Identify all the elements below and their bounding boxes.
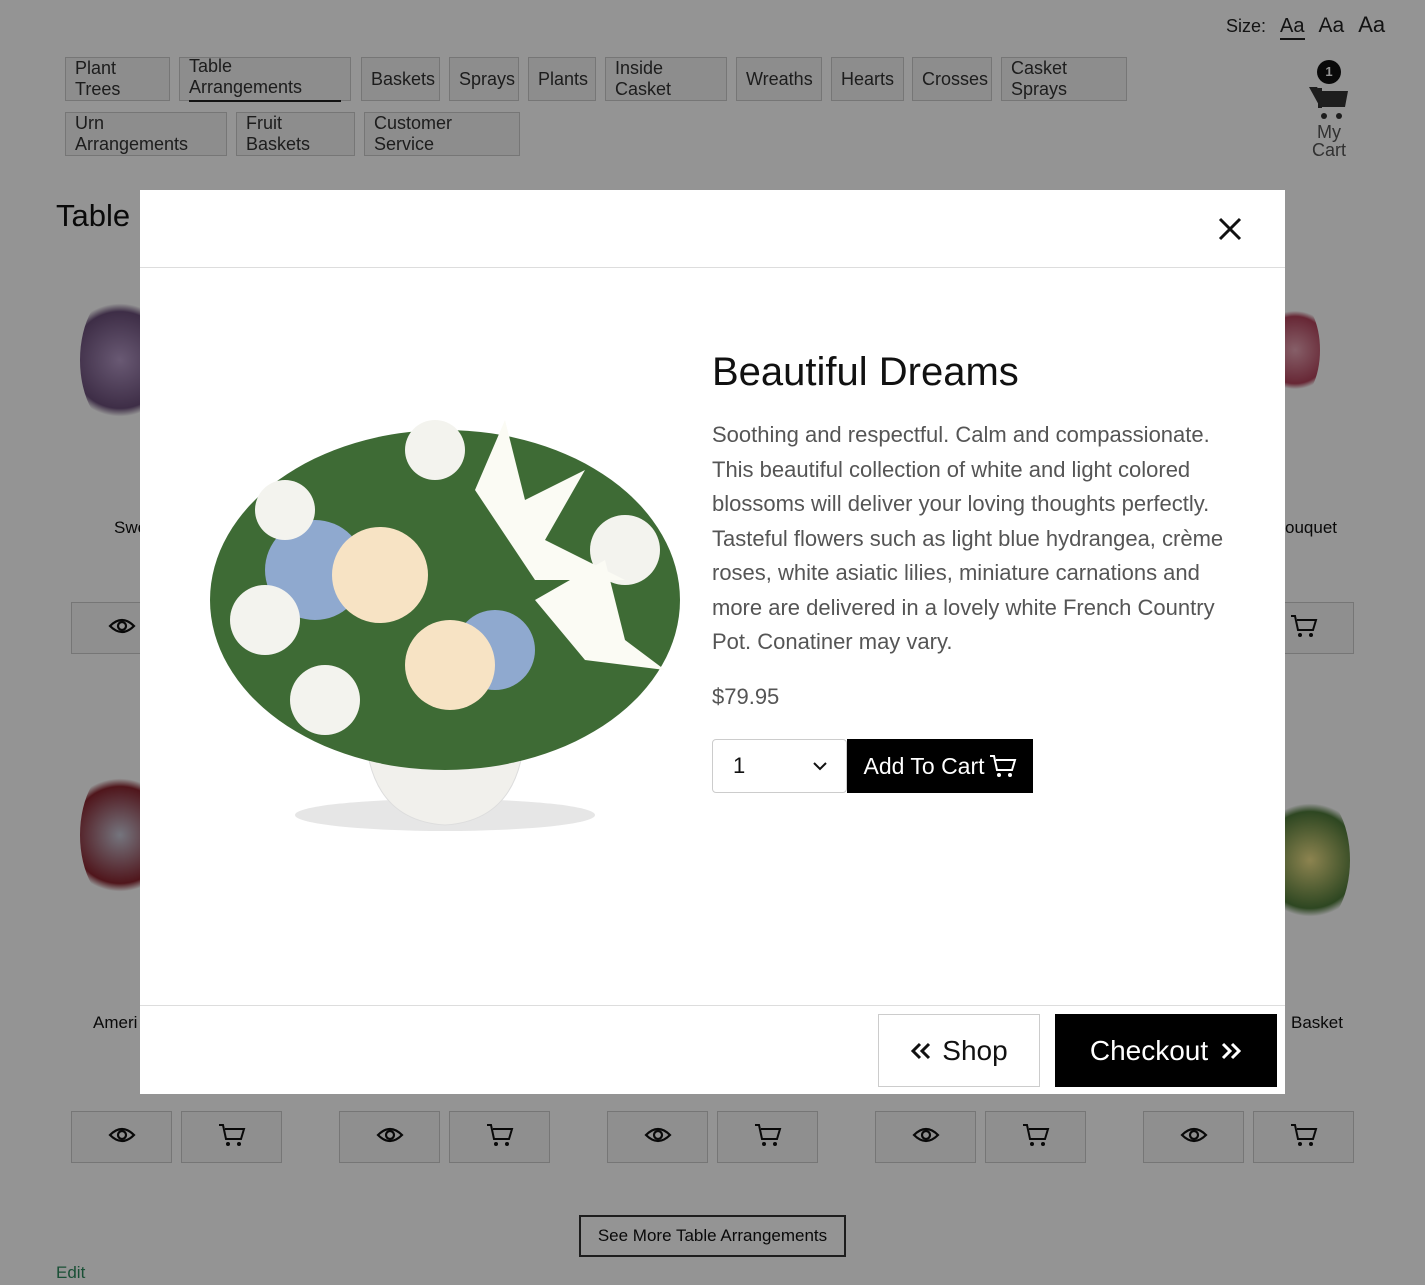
cart-icon — [989, 755, 1016, 777]
product-image — [210, 420, 680, 831]
product-modal: Beautiful Dreams Soothing and respectful… — [140, 190, 1285, 1094]
quantity-select[interactable]: 1 — [712, 739, 847, 793]
shop-label: Shop — [942, 1034, 1008, 1066]
chevron-down-icon — [813, 762, 827, 771]
add-to-cart-label: Add To Cart — [863, 752, 985, 779]
product-title: Beautiful Dreams — [712, 350, 1019, 394]
product-description: Soothing and respectful. Calm and compas… — [712, 422, 1224, 654]
double-chevron-left-icon — [911, 1042, 931, 1059]
double-chevron-right-icon — [1222, 1042, 1242, 1059]
modal-header — [140, 190, 1285, 268]
close-icon[interactable] — [1215, 214, 1245, 244]
product-price: $79.95 — [712, 684, 780, 709]
quantity-value: 1 — [733, 753, 746, 778]
add-to-cart-button[interactable]: Add To Cart — [847, 739, 1033, 793]
shop-button[interactable]: Shop — [878, 1014, 1040, 1087]
checkout-label: Checkout — [1089, 1034, 1209, 1066]
checkout-button[interactable]: Checkout — [1055, 1014, 1277, 1087]
